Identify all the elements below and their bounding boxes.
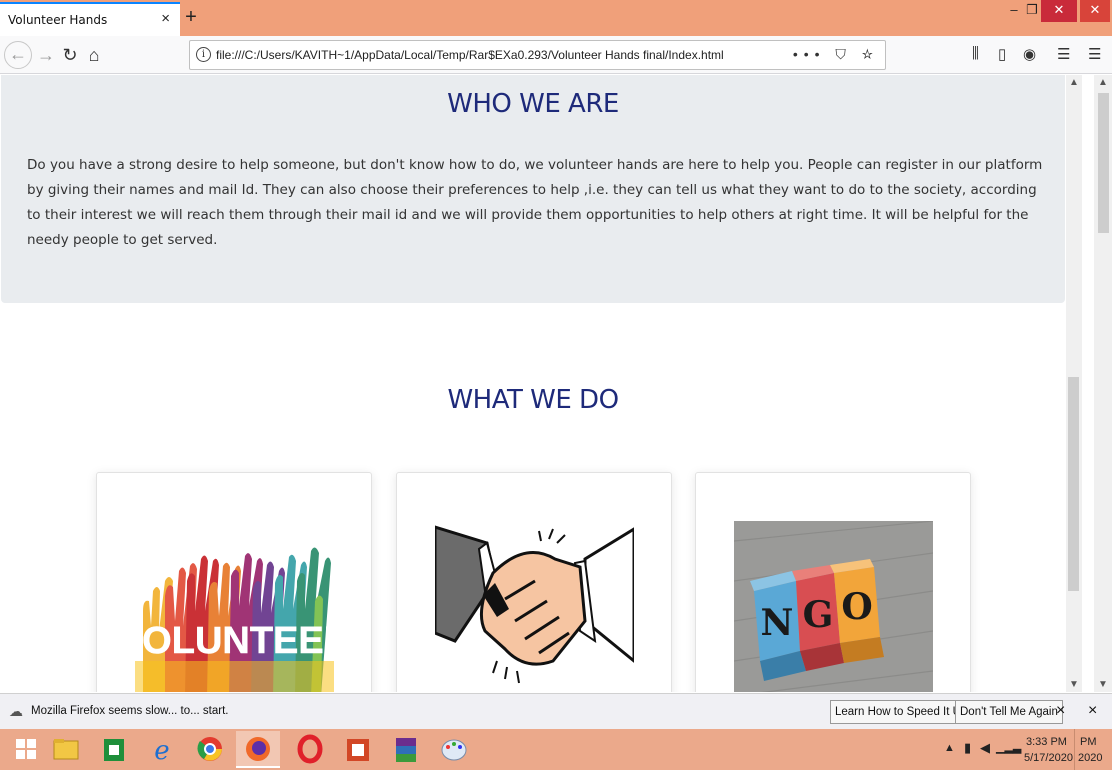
learn-speed-up-button[interactable]: Learn How to Speed It Up xyxy=(830,700,973,724)
site-info-icon[interactable]: i xyxy=(196,47,211,62)
presentation-app-icon[interactable] xyxy=(336,731,380,768)
card-handshake xyxy=(396,472,672,692)
ngo-letter-g: G xyxy=(803,594,834,636)
tab-title: Volunteer Hands xyxy=(8,13,108,27)
clock-date[interactable]: 5/17/2020 xyxy=(1024,752,1073,764)
start-button[interactable] xyxy=(4,731,48,768)
outer-clock-date: 2020 xyxy=(1078,752,1103,764)
ngo-blocks-image: N G O xyxy=(734,521,933,692)
outer-notification-close-icon[interactable]: × xyxy=(1088,702,1097,720)
menu-icon[interactable]: ☰ xyxy=(1057,45,1070,63)
sidebar-icon[interactable]: ▯ xyxy=(998,45,1006,63)
handshake-image xyxy=(435,521,634,692)
outer-menu-icon[interactable]: ☰ xyxy=(1088,45,1101,63)
store-icon[interactable] xyxy=(92,731,136,768)
network-icon[interactable]: ▁▂▃ xyxy=(996,741,1021,754)
firefox-icon[interactable] xyxy=(236,731,280,768)
paint-icon[interactable] xyxy=(432,731,476,768)
address-bar[interactable]: i file:///C:/Users/KAVITH~1/AppData/Loca… xyxy=(189,40,886,70)
page-actions-icons[interactable]: ••• ⛉ ☆ xyxy=(793,46,879,63)
browser-toolbar: ← → ↻ ⌂ i file:///C:/Users/KAVITH~1/AppD… xyxy=(0,36,1112,74)
scroll-down-icon[interactable]: ▼ xyxy=(1066,679,1082,690)
back-arrow-icon[interactable]: ← xyxy=(4,41,32,69)
screen: Volunteer Hands × + – ❐ ✕ ✕ ← → ↻ ⌂ i fi… xyxy=(0,0,1112,770)
who-we-are-text: Do you have a strong desire to help some… xyxy=(27,157,1043,248)
new-tab-button[interactable]: + xyxy=(182,4,200,30)
opera-icon[interactable] xyxy=(288,731,332,768)
outer-scroll-thumb[interactable] xyxy=(1098,93,1109,233)
svg-text:e: e xyxy=(154,736,169,766)
turtle-icon: ☁ xyxy=(9,703,23,719)
library-icon[interactable]: ⫼ xyxy=(972,45,979,62)
volunteer-hands-image: VOLUNTEER xyxy=(135,547,334,692)
scroll-thumb[interactable] xyxy=(1068,377,1079,591)
close-outer-window-icon[interactable]: ✕ xyxy=(1080,0,1110,22)
taskbar-divider xyxy=(1074,729,1075,770)
battery-icon[interactable]: ▮ xyxy=(964,740,971,756)
scroll-up-icon[interactable]: ▲ xyxy=(1066,77,1082,88)
volume-icon[interactable]: ◀ xyxy=(980,740,990,756)
volunteer-overlay-text: VOLUNTEER xyxy=(135,620,334,662)
account-icon[interactable]: ◉ xyxy=(1023,45,1036,63)
chrome-icon[interactable] xyxy=(188,731,232,768)
who-we-are-section: WHO WE ARE Do you have a strong desire t… xyxy=(1,75,1065,303)
file-explorer-icon[interactable] xyxy=(44,731,88,768)
outer-clock-time: PM xyxy=(1080,736,1097,748)
who-we-are-heading: WHO WE ARE xyxy=(447,89,619,119)
title-bar: Volunteer Hands × + – ❐ ✕ ✕ xyxy=(0,0,1112,36)
notification-text: Mozilla Firefox seems slow... to... star… xyxy=(31,705,229,717)
windows-taskbar: e ▲ ▮ ◀ ▁▂▃ 3:33 PM 5/17/2020 PM 2020 xyxy=(0,729,1112,770)
notification-close-icon[interactable]: × xyxy=(1056,702,1065,720)
winrar-icon[interactable] xyxy=(384,731,428,768)
outer-scrollbar[interactable]: ▲ ▼ xyxy=(1094,75,1112,692)
outer-scroll-up-icon[interactable]: ▲ xyxy=(1094,77,1112,88)
outer-scroll-down-icon[interactable]: ▼ xyxy=(1094,679,1112,690)
slow-start-notification: ☁ Mozilla Firefox seems slow... to... st… xyxy=(0,693,1112,729)
what-we-do-heading: WHAT WE DO xyxy=(447,385,619,415)
ngo-letter-o: O xyxy=(841,586,872,628)
tray-overflow-icon[interactable]: ▲ xyxy=(944,742,955,754)
dont-tell-again-button[interactable]: Don't Tell Me Again xyxy=(955,700,1063,724)
page-viewport: WHO WE ARE Do you have a strong desire t… xyxy=(0,75,1066,692)
browser-tab[interactable]: Volunteer Hands × xyxy=(0,2,180,36)
url-text[interactable]: file:///C:/Users/KAVITH~1/AppData/Local/… xyxy=(216,48,724,62)
home-icon[interactable]: ⌂ xyxy=(80,41,108,69)
internet-explorer-icon[interactable]: e xyxy=(140,731,184,768)
clock-time[interactable]: 3:33 PM xyxy=(1026,736,1067,748)
card-ngo: N G O xyxy=(695,472,971,692)
card-volunteer: VOLUNTEER xyxy=(96,472,372,692)
close-window-icon[interactable]: ✕ xyxy=(1041,0,1077,22)
tab-close-icon[interactable]: × xyxy=(161,10,170,27)
ngo-letter-n: N xyxy=(761,602,794,644)
page-scrollbar[interactable]: ▲ ▼ xyxy=(1066,75,1082,692)
windows-logo-icon xyxy=(16,739,36,759)
